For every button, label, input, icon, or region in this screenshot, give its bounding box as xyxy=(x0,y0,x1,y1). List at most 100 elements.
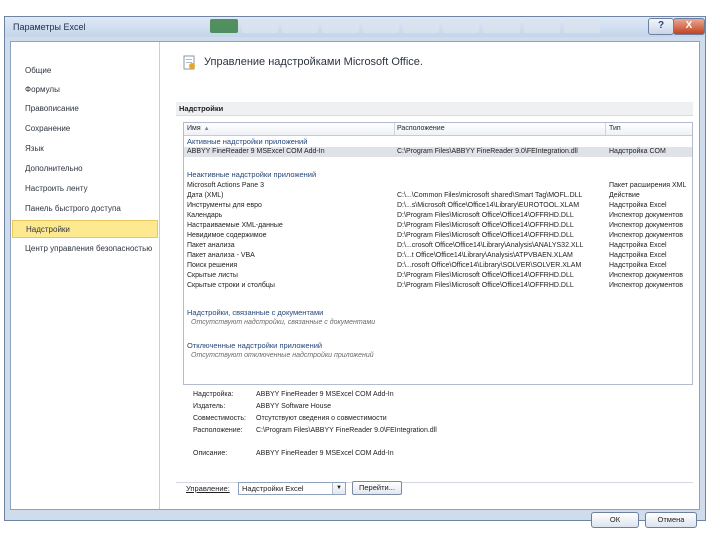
detail-value: C:\Program Files\ABBYY FineReader 9.0\FE… xyxy=(256,427,437,434)
nav-item-advanced[interactable]: Дополнительно xyxy=(12,160,158,178)
nav-item-trust-center[interactable]: Центр управления безопасностью xyxy=(12,240,158,258)
detail-row: Издатель: ABBYY Software House xyxy=(183,403,693,414)
manage-select-value: Надстройки Excel xyxy=(242,484,304,493)
manage-select[interactable]: Надстройки Excel ▼ xyxy=(238,482,346,495)
addin-page-icon xyxy=(183,55,195,70)
table-row[interactable]: Настраиваемые XML-данные D:\Program File… xyxy=(184,221,692,231)
detail-label: Издатель: xyxy=(193,403,226,410)
cell-type: Инспектор документов xyxy=(609,212,683,219)
table-header: Имя ▲ Расположение Тип xyxy=(184,123,692,136)
cell-location: D:\Program Files\Microsoft Office\Office… xyxy=(397,282,574,289)
cell-name: Пакет анализа xyxy=(187,242,235,249)
document-empty-text: Отсутствуют надстройки, связанные с доку… xyxy=(191,319,376,326)
detail-row: Совместимость: Отсутствуют сведения о со… xyxy=(183,415,693,426)
table-row[interactable]: Инструменты для евро D:\...s\Microsoft O… xyxy=(184,201,692,211)
cell-name: Скрытые строки и столбцы xyxy=(187,282,275,289)
cell-name: Невидимое содержимое xyxy=(187,232,267,239)
window-title: Параметры Excel xyxy=(13,22,86,32)
nav-item-general[interactable]: Общие xyxy=(12,62,158,80)
cell-name: Пакет анализа - VBA xyxy=(187,252,255,259)
table-row[interactable]: Дата (XML) C:\...\Common Files\microsoft… xyxy=(184,191,692,201)
cell-type: Действие xyxy=(609,192,640,199)
cell-type: Надстройка COM xyxy=(609,148,666,155)
section-title: Надстройки xyxy=(179,104,224,113)
nav-item-formulas[interactable]: Формулы xyxy=(12,81,158,99)
cell-name: Календарь xyxy=(187,212,223,219)
cell-name: Microsoft Actions Pane 3 xyxy=(187,182,265,189)
column-header-location[interactable]: Расположение xyxy=(397,125,445,132)
title-bar: Параметры Excel ? X xyxy=(5,17,705,37)
dialog-client: Общие Формулы Правописание Сохранение Яз… xyxy=(10,41,700,510)
table-row[interactable]: Пакет анализа - VBA D:\...t Office\Offic… xyxy=(184,251,692,261)
detail-value: ABBYY FineReader 9 MSExcel COM Add-In xyxy=(256,450,394,457)
disabled-empty-text: Отсутствуют отключенные надстройки прило… xyxy=(191,352,374,359)
cell-type: Инспектор документов xyxy=(609,222,683,229)
cell-type: Инспектор документов xyxy=(609,272,683,279)
cell-location: D:\Program Files\Microsoft Office\Office… xyxy=(397,212,574,219)
cell-location: D:\...s\Microsoft Office\Office14\Librar… xyxy=(397,202,580,209)
addins-table: Имя ▲ Расположение Тип Активные надстройк… xyxy=(183,122,693,385)
column-header-name[interactable]: Имя ▲ xyxy=(187,125,210,132)
nav-item-addins[interactable]: Надстройки xyxy=(12,220,158,238)
nav-item-language[interactable]: Язык xyxy=(12,140,158,158)
detail-label: Описание: xyxy=(193,450,228,457)
section-header: Надстройки xyxy=(176,102,693,116)
nav-item-save[interactable]: Сохранение xyxy=(12,120,158,138)
excel-options-dialog: Параметры Excel ? X Общие Формулы Правоп… xyxy=(4,16,706,528)
ok-button[interactable]: ОК xyxy=(591,512,639,528)
table-row[interactable]: Пакет анализа D:\...crosoft Office\Offic… xyxy=(184,241,692,251)
table-row[interactable]: Календарь D:\Program Files\Microsoft Off… xyxy=(184,211,692,221)
addins-panel: Управление надстройками Microsoft Office… xyxy=(166,42,698,509)
background-ribbon xyxy=(210,19,600,33)
cell-location: D:\Program Files\Microsoft Office\Office… xyxy=(397,272,574,279)
detail-value: ABBYY Software House xyxy=(256,403,331,410)
nav-item-customize-ribbon[interactable]: Настроить ленту xyxy=(12,180,158,198)
group-document: Надстройки, связанные с документами xyxy=(187,308,324,317)
cell-type: Надстройка Excel xyxy=(609,242,667,249)
detail-label: Надстройка: xyxy=(193,391,234,398)
sort-arrow-icon: ▲ xyxy=(203,126,210,132)
options-nav: Общие Формулы Правописание Сохранение Яз… xyxy=(11,42,160,509)
table-row[interactable]: Скрытые листы D:\Program Files\Microsoft… xyxy=(184,271,692,281)
cell-location: D:\...crosoft Office\Office14\Library\An… xyxy=(397,242,584,249)
help-button[interactable]: ? xyxy=(648,18,674,35)
cell-type: Надстройка Excel xyxy=(609,262,667,269)
group-disabled: Отключенные надстройки приложений xyxy=(187,341,323,350)
cell-type: Надстройка Excel xyxy=(609,202,667,209)
cell-name: Скрытые листы xyxy=(187,272,238,279)
group-active: Активные надстройки приложений xyxy=(187,137,308,146)
nav-item-quick-access[interactable]: Панель быстрого доступа xyxy=(12,200,158,218)
nav-item-proofing[interactable]: Правописание xyxy=(12,100,158,118)
cell-name: Настраиваемые XML-данные xyxy=(187,222,283,229)
cancel-button[interactable]: Отмена xyxy=(645,512,697,528)
cell-location: C:\Program Files\ABBYY FineReader 9.0\FE… xyxy=(397,148,578,155)
manage-label: Управление: xyxy=(186,484,230,493)
cell-type: Надстройка Excel xyxy=(609,252,667,259)
detail-row: Надстройка: ABBYY FineReader 9 MSExcel C… xyxy=(183,391,693,402)
cell-name: Поиск решения xyxy=(187,262,238,269)
table-row[interactable]: ABBYY FineReader 9 MSExcel COM Add-In C:… xyxy=(184,147,692,157)
group-inactive: Неактивные надстройки приложений xyxy=(187,170,317,179)
page-title: Управление надстройками Microsoft Office… xyxy=(204,56,423,68)
cell-location: D:\Program Files\Microsoft Office\Office… xyxy=(397,232,574,239)
detail-label: Совместимость: xyxy=(193,415,246,422)
detail-value: Отсутствуют сведения о совместимости xyxy=(256,415,387,422)
detail-label: Расположение: xyxy=(193,427,243,434)
table-row[interactable]: Поиск решения D:\...rosoft Office\Office… xyxy=(184,261,692,271)
cell-type: Инспектор документов xyxy=(609,232,683,239)
detail-row: Описание: ABBYY FineReader 9 MSExcel COM… xyxy=(183,450,693,461)
column-header-type[interactable]: Тип xyxy=(609,125,621,132)
close-button[interactable]: X xyxy=(673,18,705,35)
cell-name: Инструменты для евро xyxy=(187,202,262,209)
cell-location: D:\...t Office\Office14\Library\Analysis… xyxy=(397,252,573,259)
table-row[interactable]: Невидимое содержимое D:\Program Files\Mi… xyxy=(184,231,692,241)
chevron-down-icon[interactable]: ▼ xyxy=(332,483,345,494)
table-row[interactable]: Скрытые строки и столбцы D:\Program File… xyxy=(184,281,692,291)
detail-value: ABBYY FineReader 9 MSExcel COM Add-In xyxy=(256,391,394,398)
go-button[interactable]: Перейти... xyxy=(352,481,402,495)
cell-type: Пакет расширения XML xyxy=(609,182,687,189)
cell-location: D:\...rosoft Office\Office14\Library\SOL… xyxy=(397,262,582,269)
table-row[interactable]: Microsoft Actions Pane 3 Пакет расширени… xyxy=(184,181,692,191)
detail-row: Расположение: C:\Program Files\ABBYY Fin… xyxy=(183,427,693,438)
cell-location: D:\Program Files\Microsoft Office\Office… xyxy=(397,222,574,229)
